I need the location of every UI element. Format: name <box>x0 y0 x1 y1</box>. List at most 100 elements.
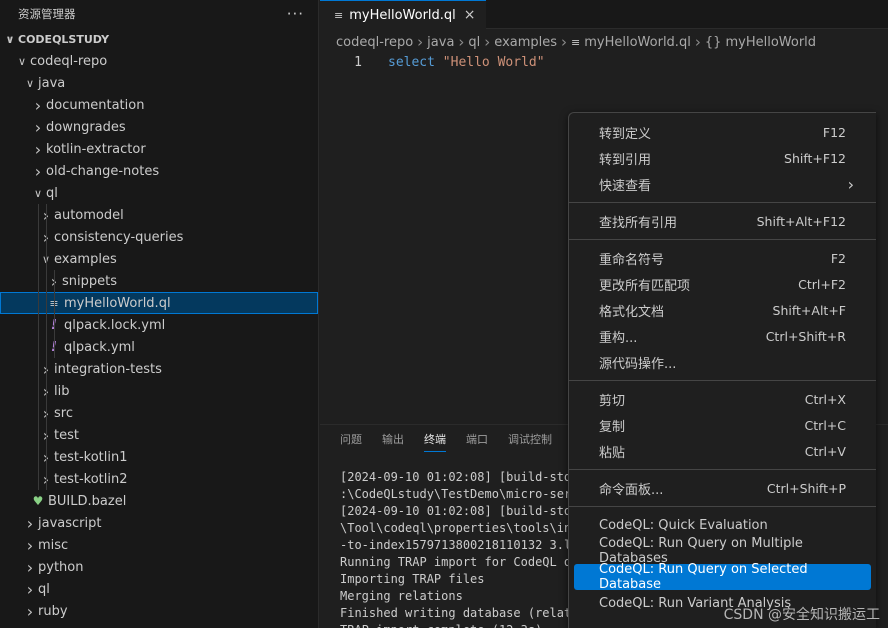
menu-item-item[interactable]: 源代码操作... <box>574 349 871 375</box>
more-actions-icon[interactable]: ··· <box>287 5 304 23</box>
chevron-right-icon[interactable]: › <box>30 162 46 181</box>
chevron-right-icon[interactable]: › <box>22 558 38 577</box>
menu-item-item[interactable]: 更改所有匹配项 Ctrl+F2 <box>574 271 871 297</box>
tree-item-test-kotlin2[interactable]: ›test-kotlin2 <box>0 468 318 490</box>
panel-tab[interactable]: 输出 <box>382 427 404 451</box>
chevron-down-icon[interactable]: ∨ <box>22 77 38 90</box>
indent-guide <box>38 446 39 468</box>
tree-item-consistency-queries[interactable]: ›consistency-queries <box>0 226 318 248</box>
tree-item-label: examples <box>54 251 117 267</box>
menu-item-label: 查找所有引用 <box>599 215 678 231</box>
indent-guide <box>38 292 39 314</box>
menu-item-item[interactable]: 复制 Ctrl+C <box>574 412 871 438</box>
indent-guide <box>46 204 47 226</box>
tree-item-label: qlpack.yml <box>64 339 135 355</box>
tree-item-build-bazel[interactable]: ♥ BUILD.bazel <box>0 490 318 512</box>
tree-item-ql[interactable]: › ql <box>0 578 318 600</box>
chevron-right-icon[interactable]: › <box>30 118 46 137</box>
indent-guide <box>54 336 55 358</box>
chevron-right-icon[interactable]: › <box>22 536 38 555</box>
tree-item-snippets[interactable]: ›snippets <box>0 270 318 292</box>
watermark: CSDN @安全知识搬运工 <box>723 607 880 623</box>
panel-tab[interactable]: 终端 <box>424 427 446 452</box>
tree-item-automodel[interactable]: ›automodel <box>0 204 318 226</box>
menu-separator <box>569 239 876 240</box>
breadcrumb-item-examples[interactable]: examples <box>494 35 557 50</box>
tree-item-test-kotlin1[interactable]: ›test-kotlin1 <box>0 446 318 468</box>
chevron-right-icon[interactable]: › <box>22 580 38 599</box>
tree-item-src[interactable]: ›src <box>0 402 318 424</box>
chevron-right-icon[interactable]: › <box>22 602 38 621</box>
terminal-output[interactable]: [2024-09-10 01:02:08] [build-stde:\CodeQ… <box>340 469 586 628</box>
menu-item-label: 源代码操作... <box>599 356 677 372</box>
tree-item-examples[interactable]: ∨examples <box>0 248 318 270</box>
breadcrumb: codeql-repo › java › ql › examples › ≡ myHelloWor… <box>320 29 888 55</box>
chevron-down-icon[interactable]: ∨ <box>14 55 30 68</box>
menu-item-item[interactable]: 命令面板... Ctrl+Shift+P <box>574 475 871 501</box>
tree-item-javascript[interactable]: › javascript <box>0 512 318 534</box>
tree-item-test[interactable]: ›test <box>0 424 318 446</box>
tree-item-label: downgrades <box>46 119 126 135</box>
tree-item-misc[interactable]: › misc <box>0 534 318 556</box>
tree-item-label: myHelloWorld.ql <box>64 295 171 311</box>
tree-item-label: src <box>54 405 73 421</box>
menu-item-item[interactable]: 剪切 Ctrl+X <box>574 386 871 412</box>
menu-item-item[interactable]: 查找所有引用 Shift+Alt+F12 <box>574 208 871 234</box>
close-icon[interactable]: × <box>464 7 476 23</box>
tree-item-label: javascript <box>38 515 102 531</box>
tree-item-integration-tests[interactable]: ›integration-tests <box>0 358 318 380</box>
tree-item-old-change-notes[interactable]: › old-change-notes <box>0 160 318 182</box>
tree-item-downgrades[interactable]: › downgrades <box>0 116 318 138</box>
menu-item-item[interactable]: 粘贴 Ctrl+V <box>574 438 871 464</box>
tree-item-lib[interactable]: ›lib <box>0 380 318 402</box>
tree-item-myhelloworld-ql[interactable]: ≡myHelloWorld.ql <box>0 292 318 314</box>
tree-item-label: snippets <box>62 273 117 289</box>
code-text[interactable]: select "Hello World" <box>388 55 545 70</box>
menu-item-shortcut: Shift+F12 <box>784 150 846 166</box>
chevron-down-icon[interactable]: ∨ <box>30 187 46 200</box>
tree-item-qlpack-yml[interactable]: !qlpack.yml <box>0 336 318 358</box>
tree-item-documentation[interactable]: › documentation <box>0 94 318 116</box>
tree-item-codeqlstudy[interactable]: ∨ CODEQLSTUDY <box>0 28 318 50</box>
tree-item-codeql-repo[interactable]: ∨ codeql-repo <box>0 50 318 72</box>
breadcrumb-item-myhelloworld[interactable]: {} myHelloWorld <box>705 35 816 50</box>
panel-tab[interactable]: 问题 <box>340 427 362 451</box>
menu-item-item[interactable]: 转到定义 F12 <box>574 119 871 145</box>
tree-item-java[interactable]: ∨ java <box>0 72 318 94</box>
breadcrumb-item-codeql-repo[interactable]: codeql-repo <box>336 35 413 50</box>
menu-item-shortcut: Ctrl+X <box>804 391 846 407</box>
breadcrumb-item-ql[interactable]: ql <box>468 35 480 50</box>
code-line[interactable]: 1 select "Hello World" <box>320 55 888 73</box>
tree-item-label: codeql-repo <box>30 53 108 69</box>
chevron-right-icon[interactable]: › <box>22 514 38 533</box>
menu-item-item[interactable]: 格式化文档 Shift+Alt+F <box>574 297 871 323</box>
tab-bar: ≡ myHelloWorld.ql × <box>320 0 888 29</box>
panel-tab[interactable]: 端口 <box>466 427 488 451</box>
chevron-right-icon[interactable]: › <box>30 96 46 115</box>
menu-item-item[interactable]: 快速查看 › <box>574 171 871 197</box>
breadcrumb-item-myhelloworld-ql[interactable]: myHelloWorld.ql <box>584 35 691 50</box>
context-menu: 转到定义 F12 转到引用 Shift+F12 快速查看 › 查找所有引用 Shift+Alt… <box>568 112 876 628</box>
tree-item-ruby[interactable]: › ruby <box>0 600 318 622</box>
tab-myhelloworld[interactable]: ≡ myHelloWorld.ql × <box>320 0 486 29</box>
tree-item-label: qlpack.lock.yml <box>64 317 166 333</box>
indent-guide <box>38 204 39 226</box>
breadcrumb-item-java[interactable]: java <box>427 35 454 50</box>
panel-tab[interactable]: 调试控制 <box>508 427 552 451</box>
menu-item-item[interactable]: 重构... Ctrl+Shift+R <box>574 323 871 349</box>
chevron-right-icon[interactable]: › <box>30 140 46 159</box>
menu-item-codeql-quick-evaluation[interactable]: CodeQL: Quick Evaluation <box>574 512 871 538</box>
menu-item-item[interactable]: 重命名符号 F2 <box>574 245 871 271</box>
terminal-line: TRAP import complete (12.3s) <box>340 622 586 628</box>
tree-item-kotlin-extractor[interactable]: › kotlin-extractor <box>0 138 318 160</box>
menu-item-item[interactable]: 转到引用 Shift+F12 <box>574 145 871 171</box>
chevron-down-icon[interactable]: ∨ <box>2 33 18 46</box>
menu-separator <box>569 380 876 381</box>
tree-item-python[interactable]: › python <box>0 556 318 578</box>
tree-item-ql[interactable]: ∨ ql <box>0 182 318 204</box>
menu-item-shortcut: Ctrl+Shift+P <box>766 480 846 496</box>
menu-item-codeql-run-query-on-multiple-databases[interactable]: CodeQL: Run Query on Multiple Databases <box>574 536 871 566</box>
tree-item-qlpack-lock-yml[interactable]: !qlpack.lock.yml <box>0 314 318 336</box>
menu-item-shortcut: Shift+Alt+F <box>772 302 846 318</box>
menu-item-codeql-run-query-on-selected-database[interactable]: CodeQL: Run Query on Selected Database <box>574 562 871 592</box>
